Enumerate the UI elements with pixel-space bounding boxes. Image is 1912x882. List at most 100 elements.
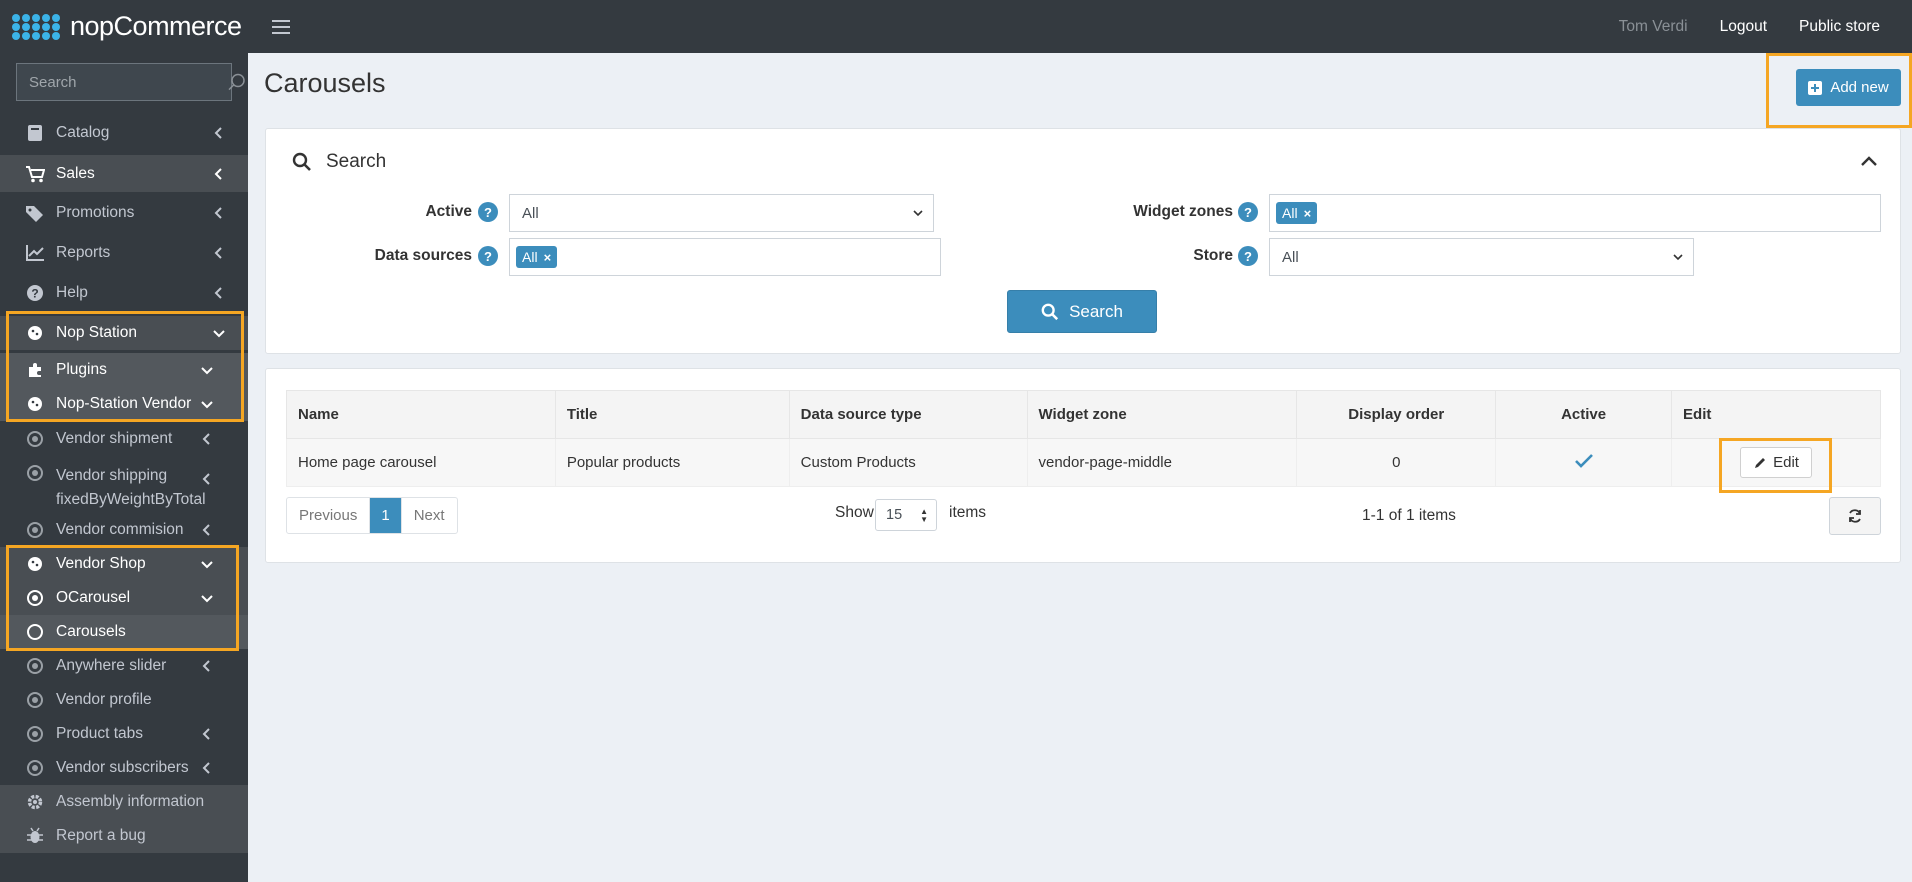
sidebar-item-label: Catalog <box>56 124 110 141</box>
widget-zones-multiselect[interactable]: All × <box>1269 194 1881 232</box>
remove-tag-icon[interactable]: × <box>544 250 552 265</box>
logout-link[interactable]: Logout <box>1720 18 1767 36</box>
logo[interactable]: nopCommerce <box>0 0 248 53</box>
sidebar-item-anywhere-slider[interactable]: Anywhere slider <box>0 649 248 683</box>
sidebar-item-label: Vendor Shop <box>56 555 146 572</box>
help-icon[interactable]: ? <box>478 246 498 266</box>
store-select[interactable]: All <box>1269 238 1694 276</box>
sidebar-item-label: OCarousel <box>56 589 131 606</box>
sidebar-search <box>16 63 245 101</box>
chevron-left-icon <box>214 287 222 299</box>
sidebar-item-vendor-shipment[interactable]: Vendor shipment <box>0 422 248 456</box>
column-header-title[interactable]: Title <box>554 390 790 439</box>
dot-circle-icon <box>24 519 46 541</box>
chevron-down-icon <box>1673 254 1683 261</box>
sidebar-item-ocarousel[interactable]: OCarousel <box>0 581 248 615</box>
sidebar-item-vendor-commision[interactable]: Vendor commision <box>0 513 248 547</box>
sidebar-item-text: Vendor shipping fixedByWeightByTotal <box>56 464 206 512</box>
help-icon[interactable]: ? <box>1238 202 1258 222</box>
refresh-button[interactable] <box>1829 497 1881 535</box>
pagination-previous[interactable]: Previous <box>287 498 371 533</box>
question-circle-icon: ? <box>24 282 46 304</box>
gear-icon <box>24 791 46 813</box>
page-title: Carousels <box>264 68 386 98</box>
svg-text:?: ? <box>31 287 38 301</box>
book-icon <box>24 122 46 144</box>
column-header-widget-zone[interactable]: Widget zone <box>1026 390 1298 439</box>
sidebar-item-label: Vendor profile <box>56 691 152 708</box>
widget-zones-tag[interactable]: All × <box>1276 202 1318 224</box>
dot-circle-icon <box>24 689 46 711</box>
hamburger-menu-icon[interactable] <box>272 19 290 34</box>
pagination-next[interactable]: Next <box>400 498 457 533</box>
sidebar-item-label: Help <box>56 284 88 301</box>
sidebar-item-report-bug[interactable]: Report a bug <box>0 819 248 853</box>
sidebar-item-vendor-shipping[interactable]: Vendor shipping fixedByWeightByTotal <box>0 456 248 512</box>
tag-label: All <box>1282 205 1298 221</box>
column-header-active[interactable]: Active <box>1495 390 1673 439</box>
sidebar-item-label: Product tabs <box>56 725 144 742</box>
column-header-data-source-type[interactable]: Data source type <box>788 390 1028 439</box>
sidebar-item-sales[interactable]: Sales <box>0 155 248 192</box>
cell-display-order: 0 <box>1296 438 1497 487</box>
cell-widget-zone: vendor-page-middle <box>1026 438 1298 487</box>
column-header-name[interactable]: Name <box>286 390 556 439</box>
sidebar-item-nop-station-vendor[interactable]: Nop-Station Vendor <box>0 387 248 421</box>
sidebar-item-label: Vendor shipping <box>56 467 168 484</box>
table-header-row: Name Title Data source type Widget zone … <box>286 390 1881 439</box>
dot-circle-icon <box>24 428 46 450</box>
sidebar-item-promotions[interactable]: Promotions <box>0 196 248 230</box>
dot-circle-icon <box>24 757 46 779</box>
cell-active <box>1495 438 1673 487</box>
pagination: Previous 1 Next <box>286 497 458 534</box>
search-button[interactable]: Search <box>1007 290 1157 333</box>
cell-title: Popular products <box>554 438 790 487</box>
current-user: Tom Verdi <box>1618 17 1688 35</box>
pagination-page-1[interactable]: 1 <box>370 498 401 533</box>
sidebar-item-carousels[interactable]: Carousels <box>0 615 248 649</box>
page-size-select[interactable]: 15 ▲ ▼ <box>875 499 937 531</box>
sidebar-item-assembly-information[interactable]: Assembly information <box>0 785 248 819</box>
sidebar-item-help[interactable]: ? Help <box>0 276 248 310</box>
sidebar-item-vendor-subscribers[interactable]: Vendor subscribers <box>0 751 248 785</box>
edit-button-label: Edit <box>1773 454 1799 471</box>
bug-icon <box>24 825 46 847</box>
refresh-icon <box>1849 509 1861 523</box>
chevron-down-icon <box>201 401 213 409</box>
sidebar-item-label: Nop Station <box>56 324 137 341</box>
sidebar-item-catalog[interactable]: Catalog <box>0 116 248 150</box>
sidebar-item-vendor-shop[interactable]: Vendor Shop <box>0 547 248 581</box>
sidebar-item-reports[interactable]: Reports <box>0 236 248 270</box>
sidebar-item-vendor-profile[interactable]: Vendor profile <box>0 683 248 717</box>
search-panel-header[interactable]: Search <box>292 151 386 173</box>
edit-button[interactable]: Edit <box>1740 447 1812 478</box>
remove-tag-icon[interactable]: × <box>1304 206 1312 221</box>
sidebar-item-plugins[interactable]: Plugins <box>0 353 248 387</box>
data-sources-multiselect[interactable]: All × <box>509 238 941 276</box>
tags-icon <box>24 202 46 224</box>
column-header-display-order[interactable]: Display order <box>1296 390 1497 439</box>
public-store-link[interactable]: Public store <box>1799 18 1880 36</box>
sidebar-item-label: Anywhere slider <box>56 657 167 674</box>
page-size-items-label: items <box>949 504 987 521</box>
sidebar-search-input[interactable] <box>17 73 228 91</box>
add-new-button[interactable]: Add new <box>1796 69 1901 106</box>
search-icon[interactable] <box>228 73 246 91</box>
chart-line-icon <box>24 242 46 264</box>
sidebar-item-nop-station[interactable]: Nop Station <box>0 316 248 350</box>
active-select[interactable]: All <box>509 194 934 232</box>
chevron-left-icon <box>202 728 210 740</box>
dot-circle-icon <box>24 655 46 677</box>
items-range-info: 1-1 of 1 items <box>1362 507 1456 524</box>
chevron-left-icon <box>214 207 222 219</box>
sidebar-item-label: Nop-Station Vendor <box>56 395 192 412</box>
data-sources-tag[interactable]: All × <box>516 246 558 268</box>
help-icon[interactable]: ? <box>1238 246 1258 266</box>
cell-name: Home page carousel <box>286 438 556 487</box>
help-icon[interactable]: ? <box>478 202 498 222</box>
circle-icon <box>24 621 46 643</box>
sidebar-item-label: Sales <box>56 164 95 182</box>
sidebar-item-product-tabs[interactable]: Product tabs <box>0 717 248 751</box>
page-size-value: 15 <box>886 507 903 523</box>
chevron-up-icon[interactable] <box>1860 155 1878 167</box>
